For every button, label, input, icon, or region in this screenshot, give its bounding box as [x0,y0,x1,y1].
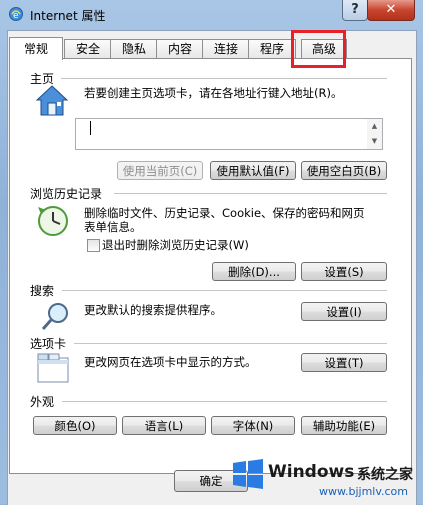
delete-on-exit-label[interactable]: 退出时删除浏览历史记录(W) [102,238,249,253]
tab-programs[interactable]: 程序 [248,39,296,59]
delete-history-button[interactable]: 删除(D)... [212,262,296,281]
internet-explorer-icon: e [9,7,23,21]
tabs-separator [74,343,387,344]
tab-privacy[interactable]: 隐私 [110,39,158,59]
scroll-down-arrow-icon[interactable]: ▼ [367,134,382,149]
history-settings-button[interactable]: 设置(S) [301,262,387,281]
watermark: Windows 系统之家 www.bjjmlv.com [223,451,423,504]
accessibility-button[interactable]: 辅助功能(E) [301,416,387,435]
tab-connections[interactable]: 连接 [202,39,250,59]
delete-on-exit-checkbox[interactable] [87,239,100,252]
history-description-line2: 表单信息。 [84,220,142,234]
search-section-title: 搜索 [30,284,55,298]
home-address-input[interactable]: ▲ ▼ [75,118,383,150]
tabs-settings-button[interactable]: 设置(T) [301,353,387,372]
tab-general[interactable]: 常规 [9,37,63,60]
close-button[interactable]: ✕ [367,0,415,21]
search-settings-button[interactable]: 设置(I) [301,302,387,321]
use-blank-button[interactable]: 使用空白页(B) [301,161,387,180]
windows-logo-icon [233,459,263,489]
window-frame: e Internet 属性 ? ✕ 常规 安全 隐私 内容 连接 程序 高级 主… [0,0,423,505]
text-caret [90,121,91,135]
home-separator [61,78,387,79]
tab-security[interactable]: 安全 [64,39,112,59]
tab-content[interactable]: 内容 [156,39,204,59]
home-description: 若要创建主页选项卡，请在各地址行键入地址(R)。 [84,86,343,100]
use-current-button[interactable]: 使用当前页(C) [117,161,203,180]
languages-button[interactable]: 语言(L) [122,416,206,435]
tabbed-window-icon [37,353,69,383]
watermark-brand: Windows [268,462,355,482]
fonts-button[interactable]: 字体(N) [211,416,295,435]
history-section-title: 浏览历史记录 [30,187,103,201]
search-separator [62,290,387,291]
history-separator [114,193,387,194]
house-icon [35,85,69,116]
highlight-annotation [291,30,346,68]
help-button[interactable]: ? [342,0,368,21]
watermark-brand-cn: 系统之家 [357,467,413,483]
history-description-line1: 删除临时文件、历史记录、Cookie、保存的密码和网页 [84,206,365,220]
appearance-separator [62,401,387,402]
appearance-section-title: 外观 [30,395,55,409]
scroll-up-arrow-icon[interactable]: ▲ [367,119,382,134]
history-clock-icon [38,206,68,236]
search-description: 更改默认的搜索提供程序。 [84,303,222,317]
colors-button[interactable]: 颜色(O) [33,416,117,435]
magnifier-icon [41,303,68,330]
title-bar[interactable]: e Internet 属性 ? ✕ [0,0,423,30]
use-default-button[interactable]: 使用默认值(F) [210,161,296,180]
window-title: Internet 属性 [30,9,106,23]
watermark-url: www.bjjmlv.com [319,485,408,498]
tabs-section-title: 选项卡 [30,337,67,351]
tabs-description: 更改网页在选项卡中显示的方式。 [84,355,257,369]
svg-text:e: e [13,11,19,21]
